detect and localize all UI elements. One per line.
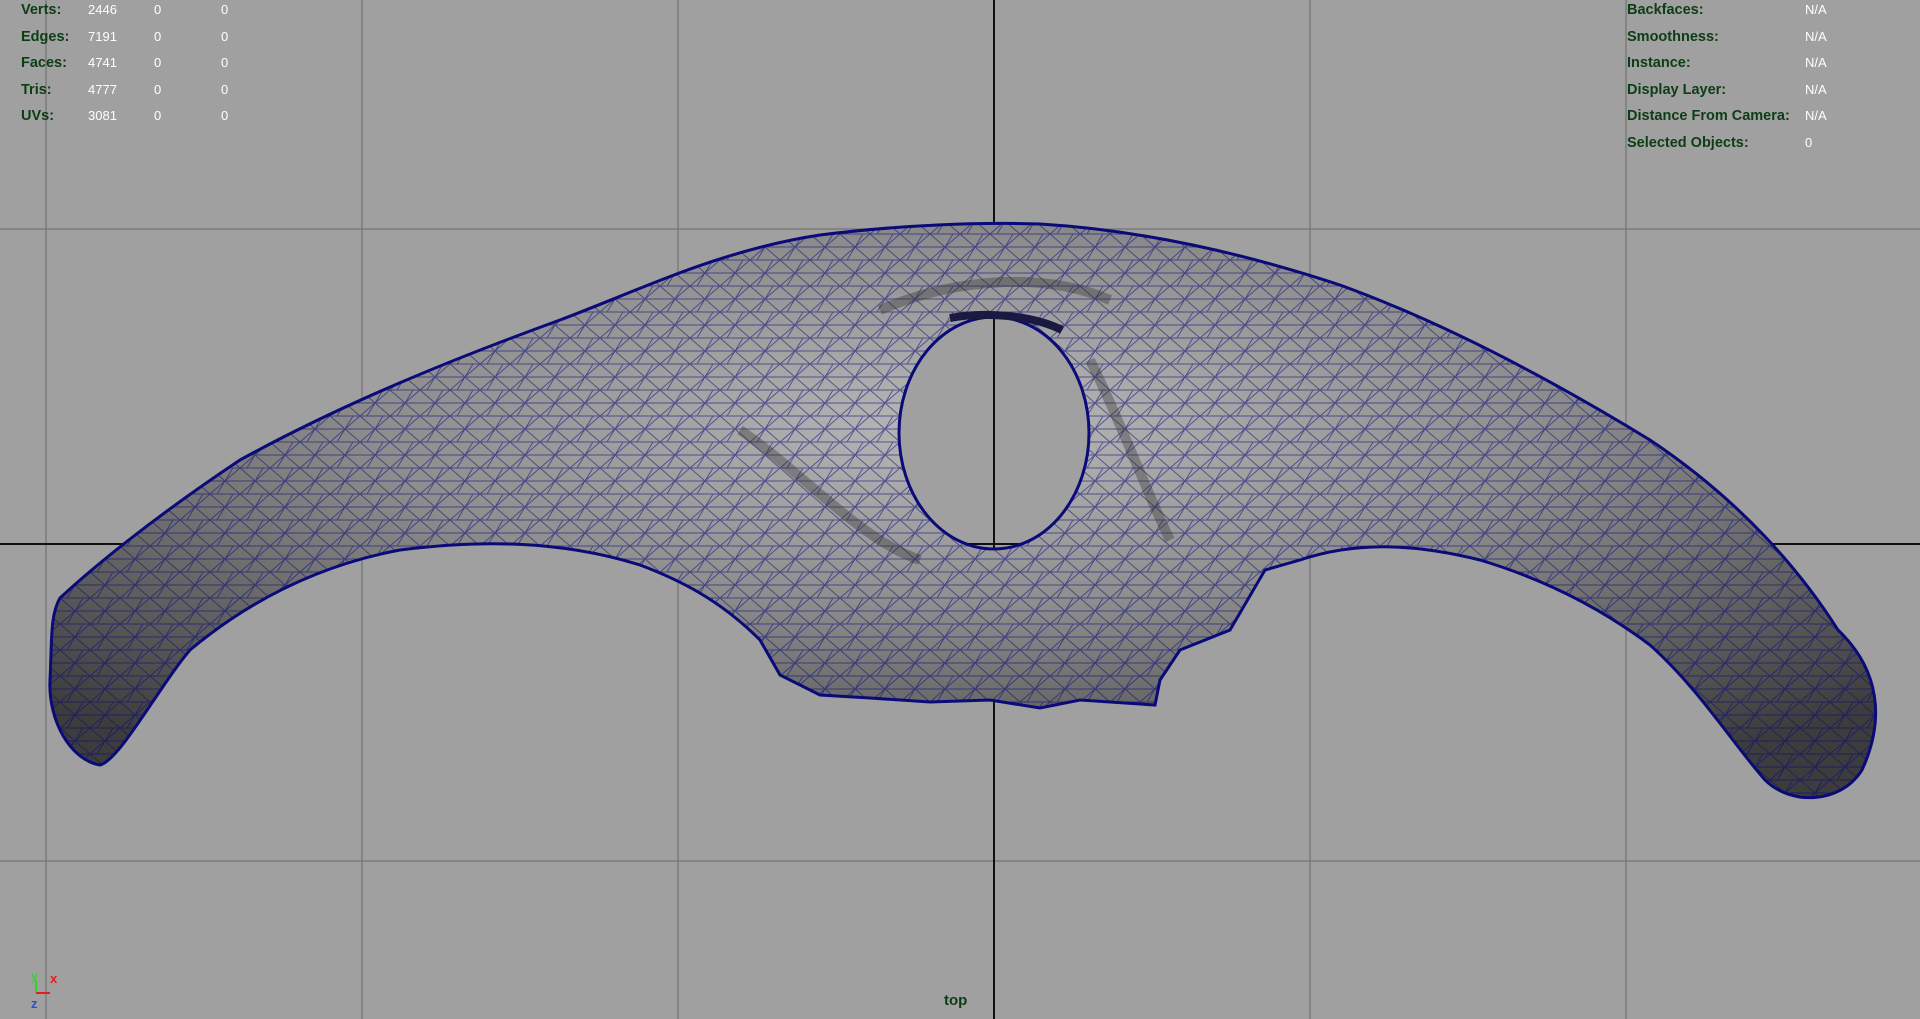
hud-selected-component: 0 — [221, 55, 229, 70]
hud-row-distance-from-camera: Distance From Camera: N/A — [1627, 103, 1917, 130]
hud-label: Selected Objects: — [1627, 134, 1749, 151]
hud-value: N/A — [1805, 55, 1827, 70]
hud-label: Backfaces: — [1627, 2, 1704, 18]
hud-row-tris: Tris: 4777 0 0 — [21, 77, 241, 104]
hud-selected-component: 0 — [221, 108, 229, 123]
hud-label: Faces: — [21, 55, 67, 71]
hud-row-backfaces: Backfaces: N/A — [1627, 0, 1917, 24]
poly-count-hud: Verts: 2446 0 0 Edges: 7191 0 0 Faces: 4… — [21, 0, 241, 130]
hud-value: N/A — [1805, 28, 1827, 44]
hud-label: Distance From Camera: — [1627, 108, 1790, 124]
mesh-wireframe — [49, 223, 1876, 798]
hud-row-verts: Verts: 2446 0 0 — [21, 0, 241, 24]
hud-total: 4777 — [88, 81, 117, 97]
axis-label-z: z — [31, 996, 38, 1011]
hud-value: N/A — [1805, 2, 1827, 17]
hud-selected: 0 — [154, 108, 162, 123]
hud-selected-component: 0 — [221, 2, 229, 17]
hud-value: N/A — [1805, 108, 1827, 123]
mesh-model[interactable] — [48, 221, 1878, 800]
hud-label: Verts: — [21, 2, 62, 18]
hud-value: 0 — [1805, 134, 1813, 150]
axis-label-x: x — [50, 971, 58, 986]
hud-label: Display Layer: — [1627, 81, 1727, 98]
object-details-hud: Backfaces: N/A Smoothness: N/A Instance:… — [1627, 0, 1917, 156]
hud-row-display-layer: Display Layer: N/A — [1627, 77, 1917, 104]
hud-label: Tris: — [21, 81, 52, 98]
hud-total: 3081 — [88, 108, 117, 123]
hud-row-edges: Edges: 7191 0 0 — [21, 24, 241, 51]
axis-label-y: y — [31, 969, 38, 983]
hud-selected-component: 0 — [221, 81, 229, 97]
camera-name-label: top — [944, 992, 968, 1009]
hud-selected: 0 — [154, 55, 162, 70]
hud-label: Edges: — [21, 28, 70, 45]
hud-total: 2446 — [88, 2, 117, 17]
hud-label: UVs: — [21, 108, 55, 124]
hud-row-faces: Faces: 4741 0 0 — [21, 50, 241, 77]
hud-label: Smoothness: — [1627, 28, 1719, 45]
hud-row-uvs: UVs: 3081 0 0 — [21, 103, 241, 130]
hud-selected: 0 — [154, 28, 162, 44]
viewport-top[interactable]: Verts: 2446 0 0 Edges: 7191 0 0 Faces: 4… — [0, 0, 1920, 1019]
hud-total: 7191 — [88, 28, 117, 44]
hud-row-instance: Instance: N/A — [1627, 50, 1917, 77]
hud-selected: 0 — [154, 81, 162, 97]
hud-row-smoothness: Smoothness: N/A — [1627, 24, 1917, 51]
hud-label: Instance: — [1627, 55, 1691, 71]
axis-gizmo-icon: y x z — [31, 969, 58, 1011]
hud-value: N/A — [1805, 81, 1827, 97]
hud-selected: 0 — [154, 2, 162, 17]
hud-selected-component: 0 — [221, 28, 229, 44]
hud-row-selected-objects: Selected Objects: 0 — [1627, 130, 1917, 157]
hud-total: 4741 — [88, 55, 117, 70]
